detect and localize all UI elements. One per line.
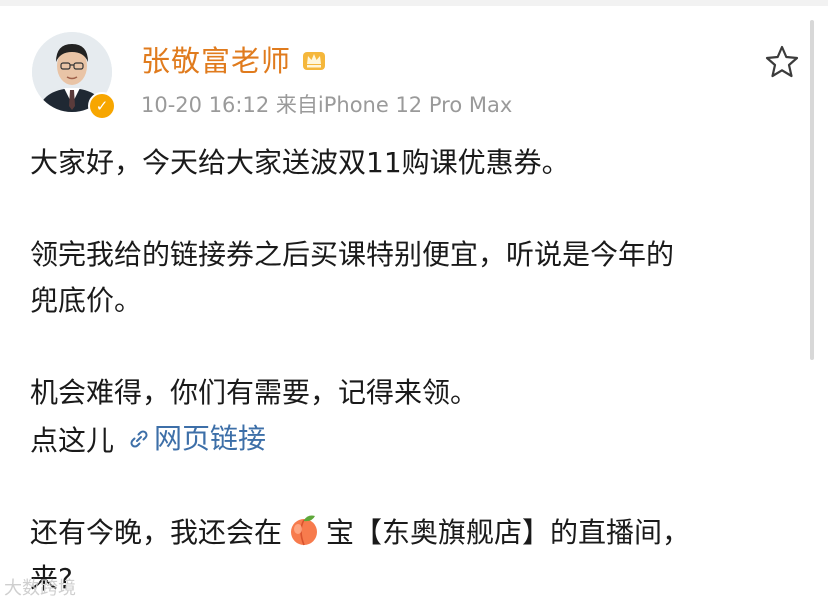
link-prefix: 点这儿 [30,424,115,457]
scrollbar[interactable] [810,20,814,360]
content-line: 大家好，今天给大家送波双11购课优惠券。 [30,146,570,179]
post-content: 大家好，今天给大家送波双11购课优惠券。 领完我给的链接券之后买课特别便宜，听说… [30,140,800,602]
peach-emoji-icon [291,515,318,546]
link-text: 网页链接 [154,422,267,455]
content-segment: 宝【东奥旗舰店】的直播间， [326,516,691,549]
watermark: 大数跨境 [4,578,76,599]
content-line: 点这儿 网页链接 [30,416,800,464]
post-meta: 10-20 16:12 来自iPhone 12 Pro Max [141,93,513,117]
content-line: 领完我给的链接券之后买课特别便宜，听说是今年的 [30,238,675,271]
web-link[interactable]: 网页链接 [114,416,266,462]
content-segment: 还有今晚，我还会在 [30,516,283,549]
link-icon [130,430,148,448]
author-name[interactable]: 张敬富老师 [141,38,291,80]
content-line: 兜底价。 [30,284,143,317]
top-edge [0,0,828,6]
verified-icon: ✓ [88,92,116,120]
star-outline-icon[interactable] [764,44,800,80]
content-line: 还有今晚，我还会在 宝【东奥旗舰店】的直播间， [30,510,800,556]
crown-icon[interactable] [300,46,328,74]
content-line: 机会难得，你们有需要，记得来领。 [30,376,479,409]
content-line: 来? [30,562,73,595]
